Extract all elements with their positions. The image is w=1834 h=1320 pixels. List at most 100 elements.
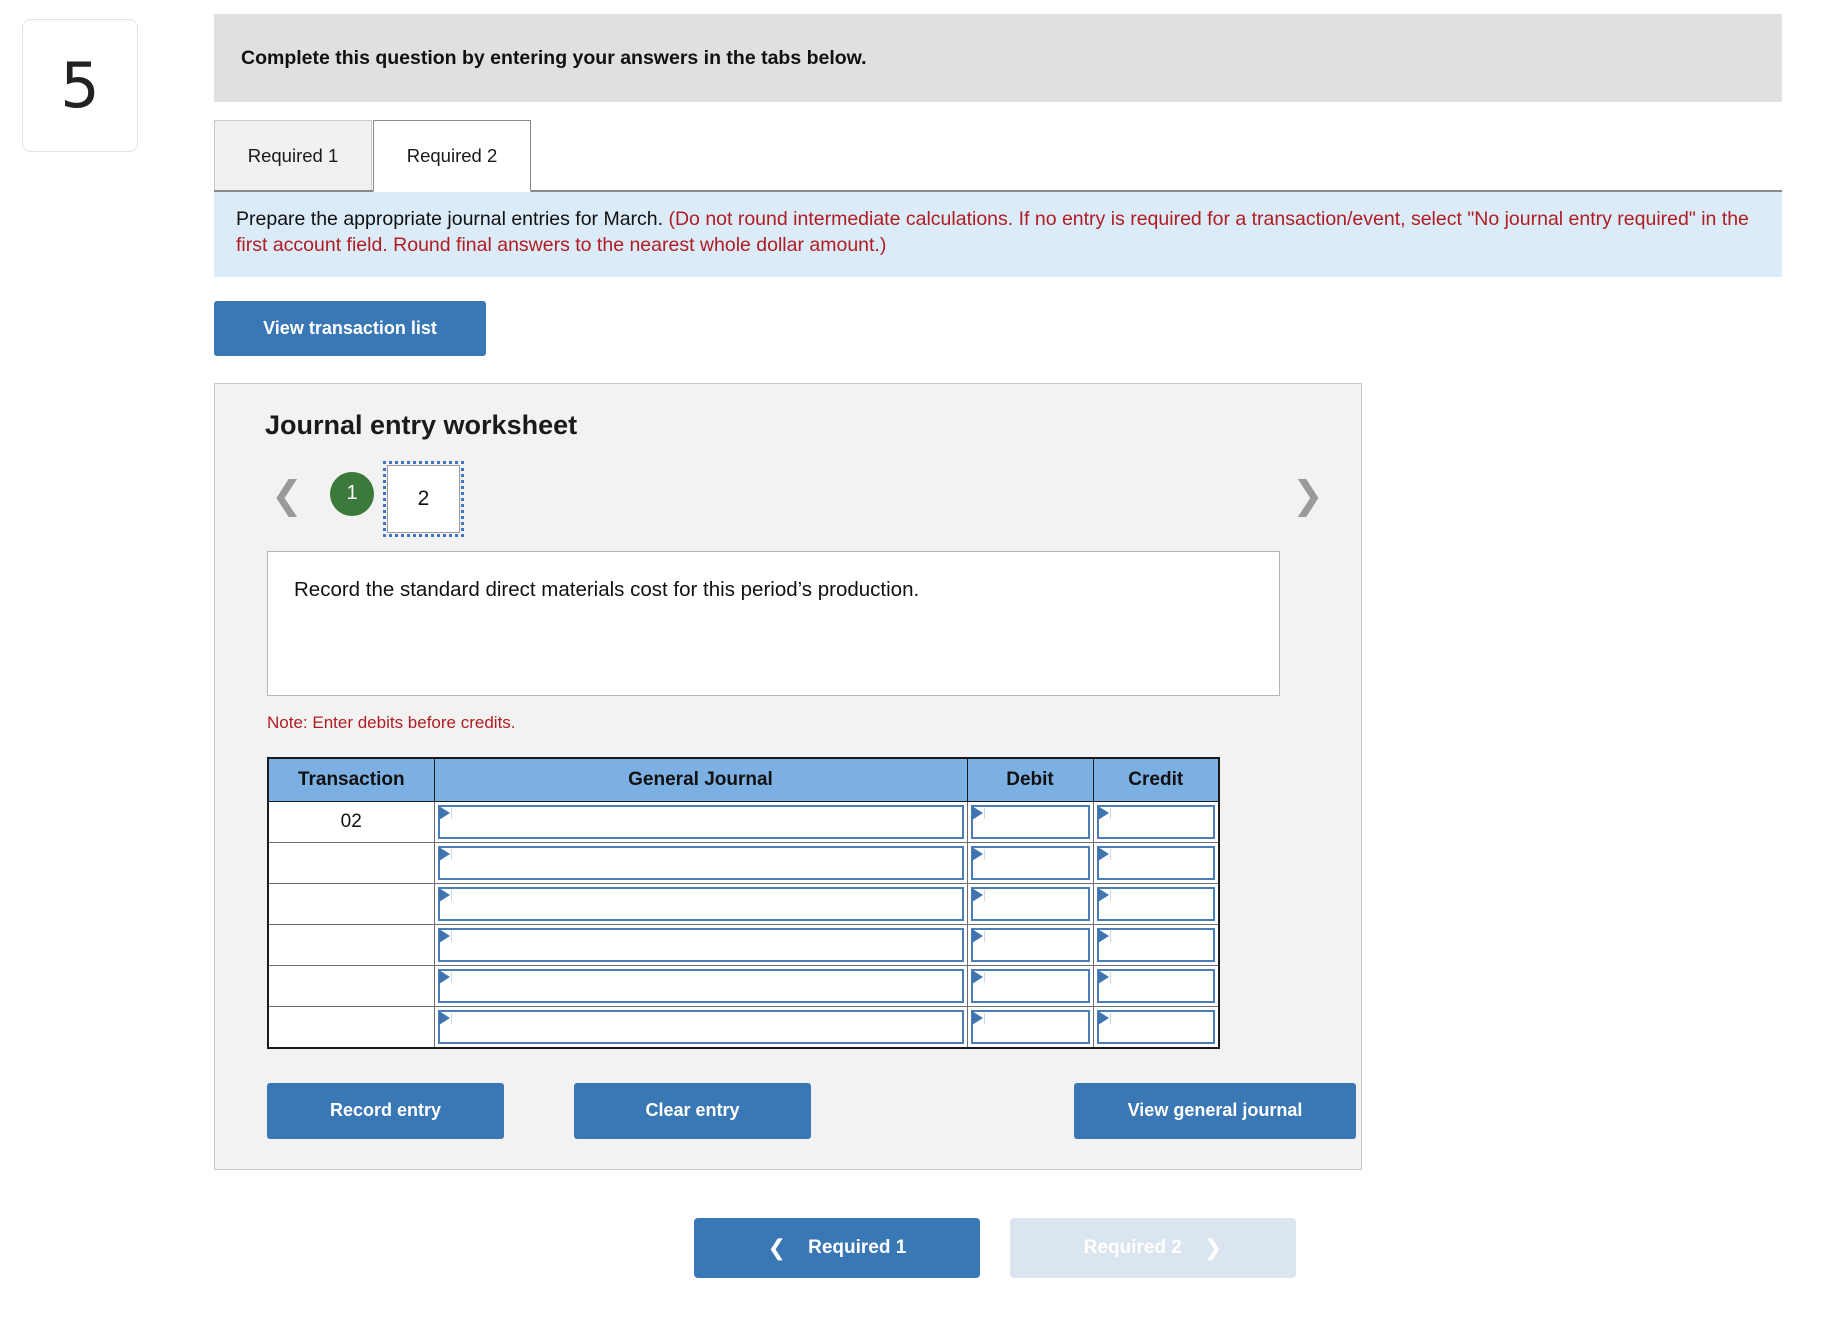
general-journal-select[interactable]	[437, 927, 964, 962]
general-journal-cell[interactable]	[433, 1005, 968, 1049]
main-content: Complete this question by entering your …	[214, 14, 1782, 1170]
transaction-cell	[267, 841, 435, 884]
cell-tick	[983, 971, 985, 983]
general-journal-select[interactable]	[437, 968, 964, 1003]
general-journal-cell[interactable]	[433, 800, 968, 843]
dropdown-caret-icon	[971, 969, 983, 984]
table-row	[267, 1005, 1220, 1049]
journal-entry-worksheet-panel: Journal entry worksheet ❮ 1 2 ❯ Record t…	[214, 382, 1362, 1170]
table-row: 02	[267, 800, 1220, 843]
dropdown-caret-icon	[438, 928, 450, 943]
cell-tick	[983, 930, 985, 942]
debit-input[interactable]	[970, 1009, 1090, 1044]
nav-next-required-2-button[interactable]: Required 2 ❯	[1010, 1218, 1296, 1278]
general-journal-cell[interactable]	[433, 964, 968, 1007]
worksheet-title: Journal entry worksheet	[265, 409, 578, 440]
debit-input[interactable]	[970, 845, 1090, 880]
dropdown-caret-icon	[1097, 928, 1109, 943]
record-entry-button[interactable]: Record entry	[267, 1082, 504, 1139]
question-number: 5	[60, 48, 100, 122]
view-general-journal-button[interactable]: View general journal	[1074, 1082, 1356, 1139]
debit-input[interactable]	[970, 886, 1090, 921]
chevron-left-icon[interactable]: ❮	[271, 473, 303, 517]
credit-input[interactable]	[1096, 927, 1215, 962]
pager-page-1[interactable]: 1	[330, 471, 374, 516]
transaction-cell	[267, 882, 435, 925]
table-row	[267, 964, 1220, 1007]
credit-input[interactable]	[1096, 968, 1215, 1003]
cell-tick	[1109, 971, 1111, 983]
cell-tick	[450, 889, 452, 901]
journal-entry-table: Transaction General Journal Debit Credit…	[267, 756, 1220, 1049]
nav-prev-required-1-button[interactable]: ❮ Required 1	[694, 1218, 980, 1278]
dropdown-caret-icon	[1097, 887, 1109, 902]
credit-cell[interactable]	[1092, 923, 1220, 966]
view-transaction-list-button[interactable]: View transaction list	[214, 300, 486, 356]
credit-cell[interactable]	[1092, 1005, 1220, 1049]
tab-required-2-label: Required 2	[406, 145, 498, 166]
general-journal-select[interactable]	[437, 1009, 964, 1044]
credit-cell[interactable]	[1092, 882, 1220, 925]
cell-tick	[450, 848, 452, 860]
view-transaction-list-wrapper: View transaction list	[214, 300, 1782, 356]
credit-input[interactable]	[1096, 1009, 1215, 1044]
table-header-row: Transaction General Journal Debit Credit	[267, 757, 1220, 802]
credit-cell[interactable]	[1092, 964, 1220, 1007]
tab-required-1-label: Required 1	[247, 145, 339, 166]
cell-tick	[983, 1012, 985, 1024]
pager-page-1-label: 1	[346, 482, 358, 505]
cell-tick	[450, 807, 452, 819]
cell-tick	[1109, 807, 1111, 819]
transaction-cell	[267, 1005, 435, 1049]
credit-input[interactable]	[1096, 804, 1215, 839]
cell-tick	[983, 807, 985, 819]
header-debit: Debit	[966, 757, 1094, 802]
general-journal-select[interactable]	[437, 886, 964, 921]
general-journal-select[interactable]	[437, 845, 964, 880]
cell-tick	[983, 848, 985, 860]
dropdown-caret-icon	[971, 805, 983, 820]
cell-tick	[1109, 1012, 1111, 1024]
credit-input[interactable]	[1096, 845, 1215, 880]
cell-tick	[450, 930, 452, 942]
tab-required-1[interactable]: Required 1	[214, 120, 372, 192]
debit-cell[interactable]	[966, 841, 1094, 884]
chevron-right-icon[interactable]: ❯	[1292, 473, 1324, 517]
dropdown-caret-icon	[438, 805, 450, 820]
pager-page-2[interactable]: 2	[383, 460, 464, 537]
general-journal-cell[interactable]	[433, 882, 968, 925]
debit-input[interactable]	[970, 927, 1090, 962]
cell-tick	[1109, 889, 1111, 901]
worksheet-actions: Record entry Clear entry View general jo…	[267, 1082, 1356, 1139]
credit-cell[interactable]	[1092, 841, 1220, 884]
clear-entry-button[interactable]: Clear entry	[574, 1082, 811, 1139]
credit-cell[interactable]	[1092, 800, 1220, 843]
debit-input[interactable]	[970, 804, 1090, 839]
debit-cell[interactable]	[966, 923, 1094, 966]
cell-tick	[450, 1012, 452, 1024]
dropdown-caret-icon	[971, 928, 983, 943]
entry-description-box: Record the standard direct materials cos…	[267, 550, 1280, 696]
dropdown-caret-icon	[438, 846, 450, 861]
general-journal-cell[interactable]	[433, 841, 968, 884]
dropdown-caret-icon	[1097, 969, 1109, 984]
table-row	[267, 923, 1220, 966]
dropdown-caret-icon	[971, 846, 983, 861]
general-journal-select[interactable]	[437, 804, 964, 839]
cell-tick	[450, 971, 452, 983]
debit-cell[interactable]	[966, 1005, 1094, 1049]
entry-description-text: Record the standard direct materials cos…	[294, 577, 920, 601]
instruction-black-text: Prepare the appropriate journal entries …	[236, 208, 669, 230]
general-journal-cell[interactable]	[433, 923, 968, 966]
credit-input[interactable]	[1096, 886, 1215, 921]
transaction-cell	[267, 923, 435, 966]
prompt-bar: Complete this question by entering your …	[214, 14, 1782, 102]
debit-cell[interactable]	[966, 800, 1094, 843]
question-number-box: 5	[22, 19, 138, 152]
tab-required-2[interactable]: Required 2	[373, 120, 531, 192]
debit-input[interactable]	[970, 968, 1090, 1003]
debit-cell[interactable]	[966, 964, 1094, 1007]
cell-tick	[1109, 848, 1111, 860]
header-transaction: Transaction	[267, 757, 435, 802]
debit-cell[interactable]	[966, 882, 1094, 925]
